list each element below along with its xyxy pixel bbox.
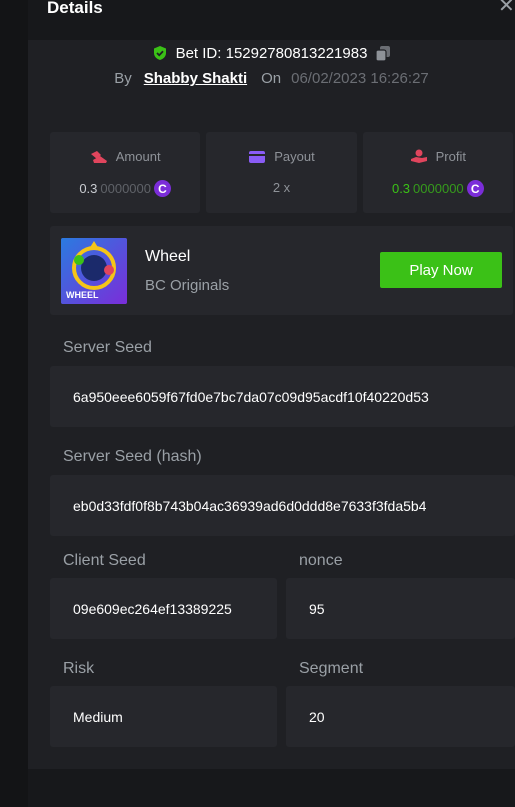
user-link[interactable]: Shabby Shakti	[144, 70, 247, 87]
server-seed-value: 6a950eee6059f67fd0e7bc7da07c09d95acdf10f…	[73, 388, 429, 405]
client-seed-label: Client Seed	[63, 552, 146, 569]
stats-row: Amount 0.3 0000000 C Payout 2 x Profit 0…	[50, 132, 513, 213]
profit-label: Profit	[435, 149, 466, 164]
game-thumbnail[interactable]: WHEEL	[61, 238, 127, 304]
segment-value: 20	[309, 708, 325, 725]
currency-icon: C	[466, 180, 484, 197]
segment-label: Segment	[299, 660, 364, 677]
server-seed-label: Server Seed	[63, 339, 152, 356]
game-name: Wheel	[145, 248, 191, 265]
close-icon[interactable]: ✕	[498, 0, 515, 16]
amount-value-rest: 0000000	[100, 181, 152, 196]
game-provider: BC Originals	[145, 277, 230, 294]
server-seed-hash-label: Server Seed (hash)	[63, 448, 202, 465]
server-seed-field[interactable]: 6a950eee6059f67fd0e7bc7da07c09d95acdf10f…	[50, 366, 515, 427]
risk-value: Medium	[73, 708, 123, 725]
profit-value-main: 0.3	[391, 181, 411, 196]
bet-id: Bet ID: 1529278081322198​3	[175, 44, 368, 62]
modal-title: Details	[47, 0, 103, 17]
backdrop	[0, 0, 28, 807]
profit-card: Profit 0.3 0000000 C	[362, 132, 513, 213]
bet-details-modal: Details ✕ Bet ID: 1529278081322198​3 By …	[28, 0, 515, 769]
nonce-label: nonce	[299, 552, 343, 569]
on-label: On	[261, 70, 282, 87]
hand-coin-icon	[410, 149, 427, 163]
game-card: WHEEL Wheel BC Originals Play Now	[50, 226, 513, 315]
modal-header: Details ✕	[28, 0, 515, 40]
card-icon	[249, 150, 266, 163]
segment-field[interactable]: 20	[286, 686, 515, 747]
risk-field[interactable]: Medium	[50, 686, 277, 747]
client-seed-field[interactable]: 09e609ec264ef13389225	[50, 578, 277, 639]
amount-card: Amount 0.3 0000000 C	[50, 132, 201, 213]
client-seed-value: 09e609ec264ef13389225	[73, 600, 232, 617]
amount-label: Amount	[115, 149, 161, 164]
by-label: By	[114, 70, 132, 87]
payout-card: Payout 2 x	[206, 132, 357, 213]
risk-label: Risk	[63, 660, 95, 677]
nonce-value: 95	[309, 600, 325, 617]
bet-id-row: Bet ID: 1529278081322198​3	[28, 42, 515, 64]
coin-bag-icon	[90, 150, 107, 163]
bet-author-row: By Shabby Shakti On 06/02/2023 16:26:27	[28, 70, 515, 90]
payout-label: Payout	[274, 149, 315, 164]
shield-check-icon	[153, 46, 166, 60]
bet-date: 06/02/2023 16:26:27	[291, 70, 429, 87]
copy-icon[interactable]	[375, 45, 391, 62]
play-now-button[interactable]: Play Now	[380, 252, 502, 288]
thumbnail-text: WHEEL	[66, 290, 99, 300]
nonce-field[interactable]: 95	[286, 578, 515, 639]
server-seed-hash-value: eb0d33fdf0f8b743b04ac36939ad6d0ddd8e7633…	[73, 497, 427, 514]
profit-value-rest: 0000000	[413, 181, 464, 196]
server-seed-hash-field[interactable]: eb0d33fdf0f8b743b04ac36939ad6d0ddd8e7633…	[50, 475, 515, 536]
currency-icon: C	[154, 180, 172, 197]
amount-value-main: 0.3	[79, 181, 98, 196]
payout-value: 2 x	[272, 180, 291, 195]
